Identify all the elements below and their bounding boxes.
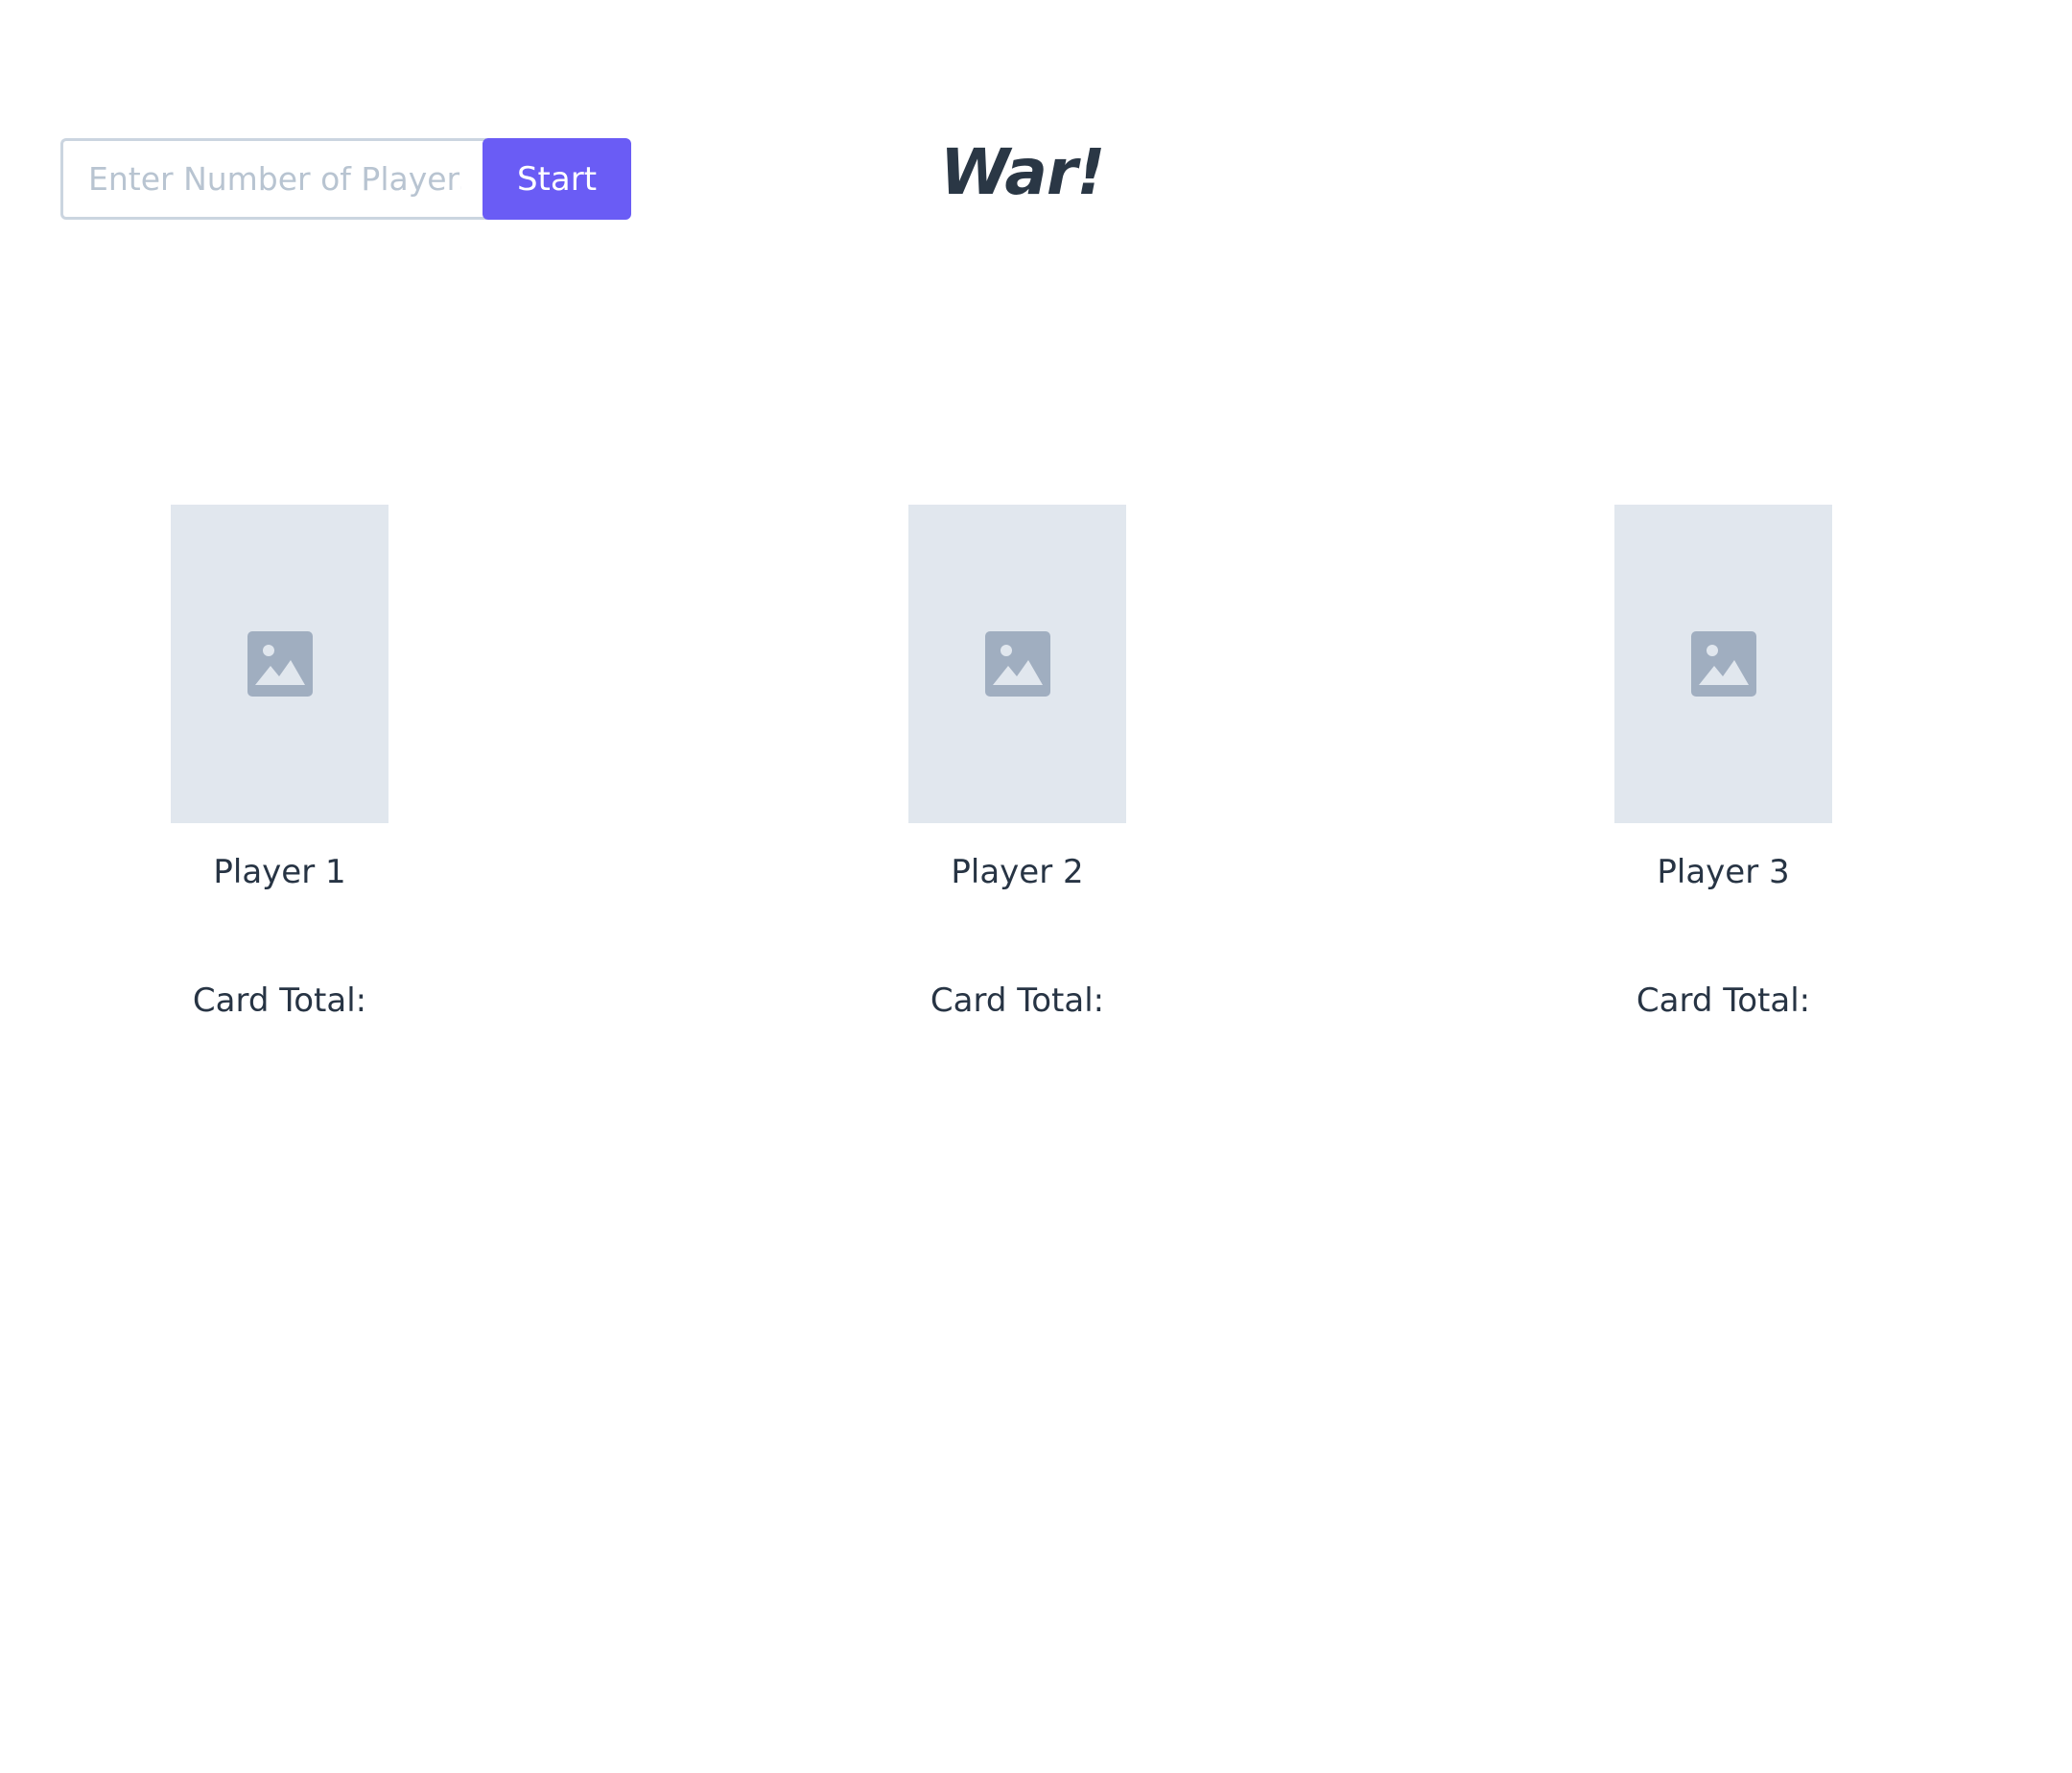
player-card-image <box>1614 505 1832 823</box>
image-placeholder-icon <box>247 631 313 697</box>
player-count-input[interactable] <box>60 138 486 220</box>
player-card-image <box>908 505 1126 823</box>
player-name: Player 1 <box>213 853 346 891</box>
player-count-form: Start <box>60 138 631 220</box>
card-total-label: Card Total: <box>192 981 367 1020</box>
page-title: War! <box>940 135 1106 209</box>
card-total-label: Card Total: <box>930 981 1105 1020</box>
image-placeholder-icon <box>1690 631 1756 697</box>
player-name: Player 2 <box>951 853 1084 891</box>
player-name: Player 3 <box>1657 853 1790 891</box>
image-placeholder-icon <box>984 631 1050 697</box>
start-button[interactable]: Start <box>483 138 631 220</box>
player-card-image <box>171 505 388 823</box>
card-total-label: Card Total: <box>1636 981 1811 1020</box>
